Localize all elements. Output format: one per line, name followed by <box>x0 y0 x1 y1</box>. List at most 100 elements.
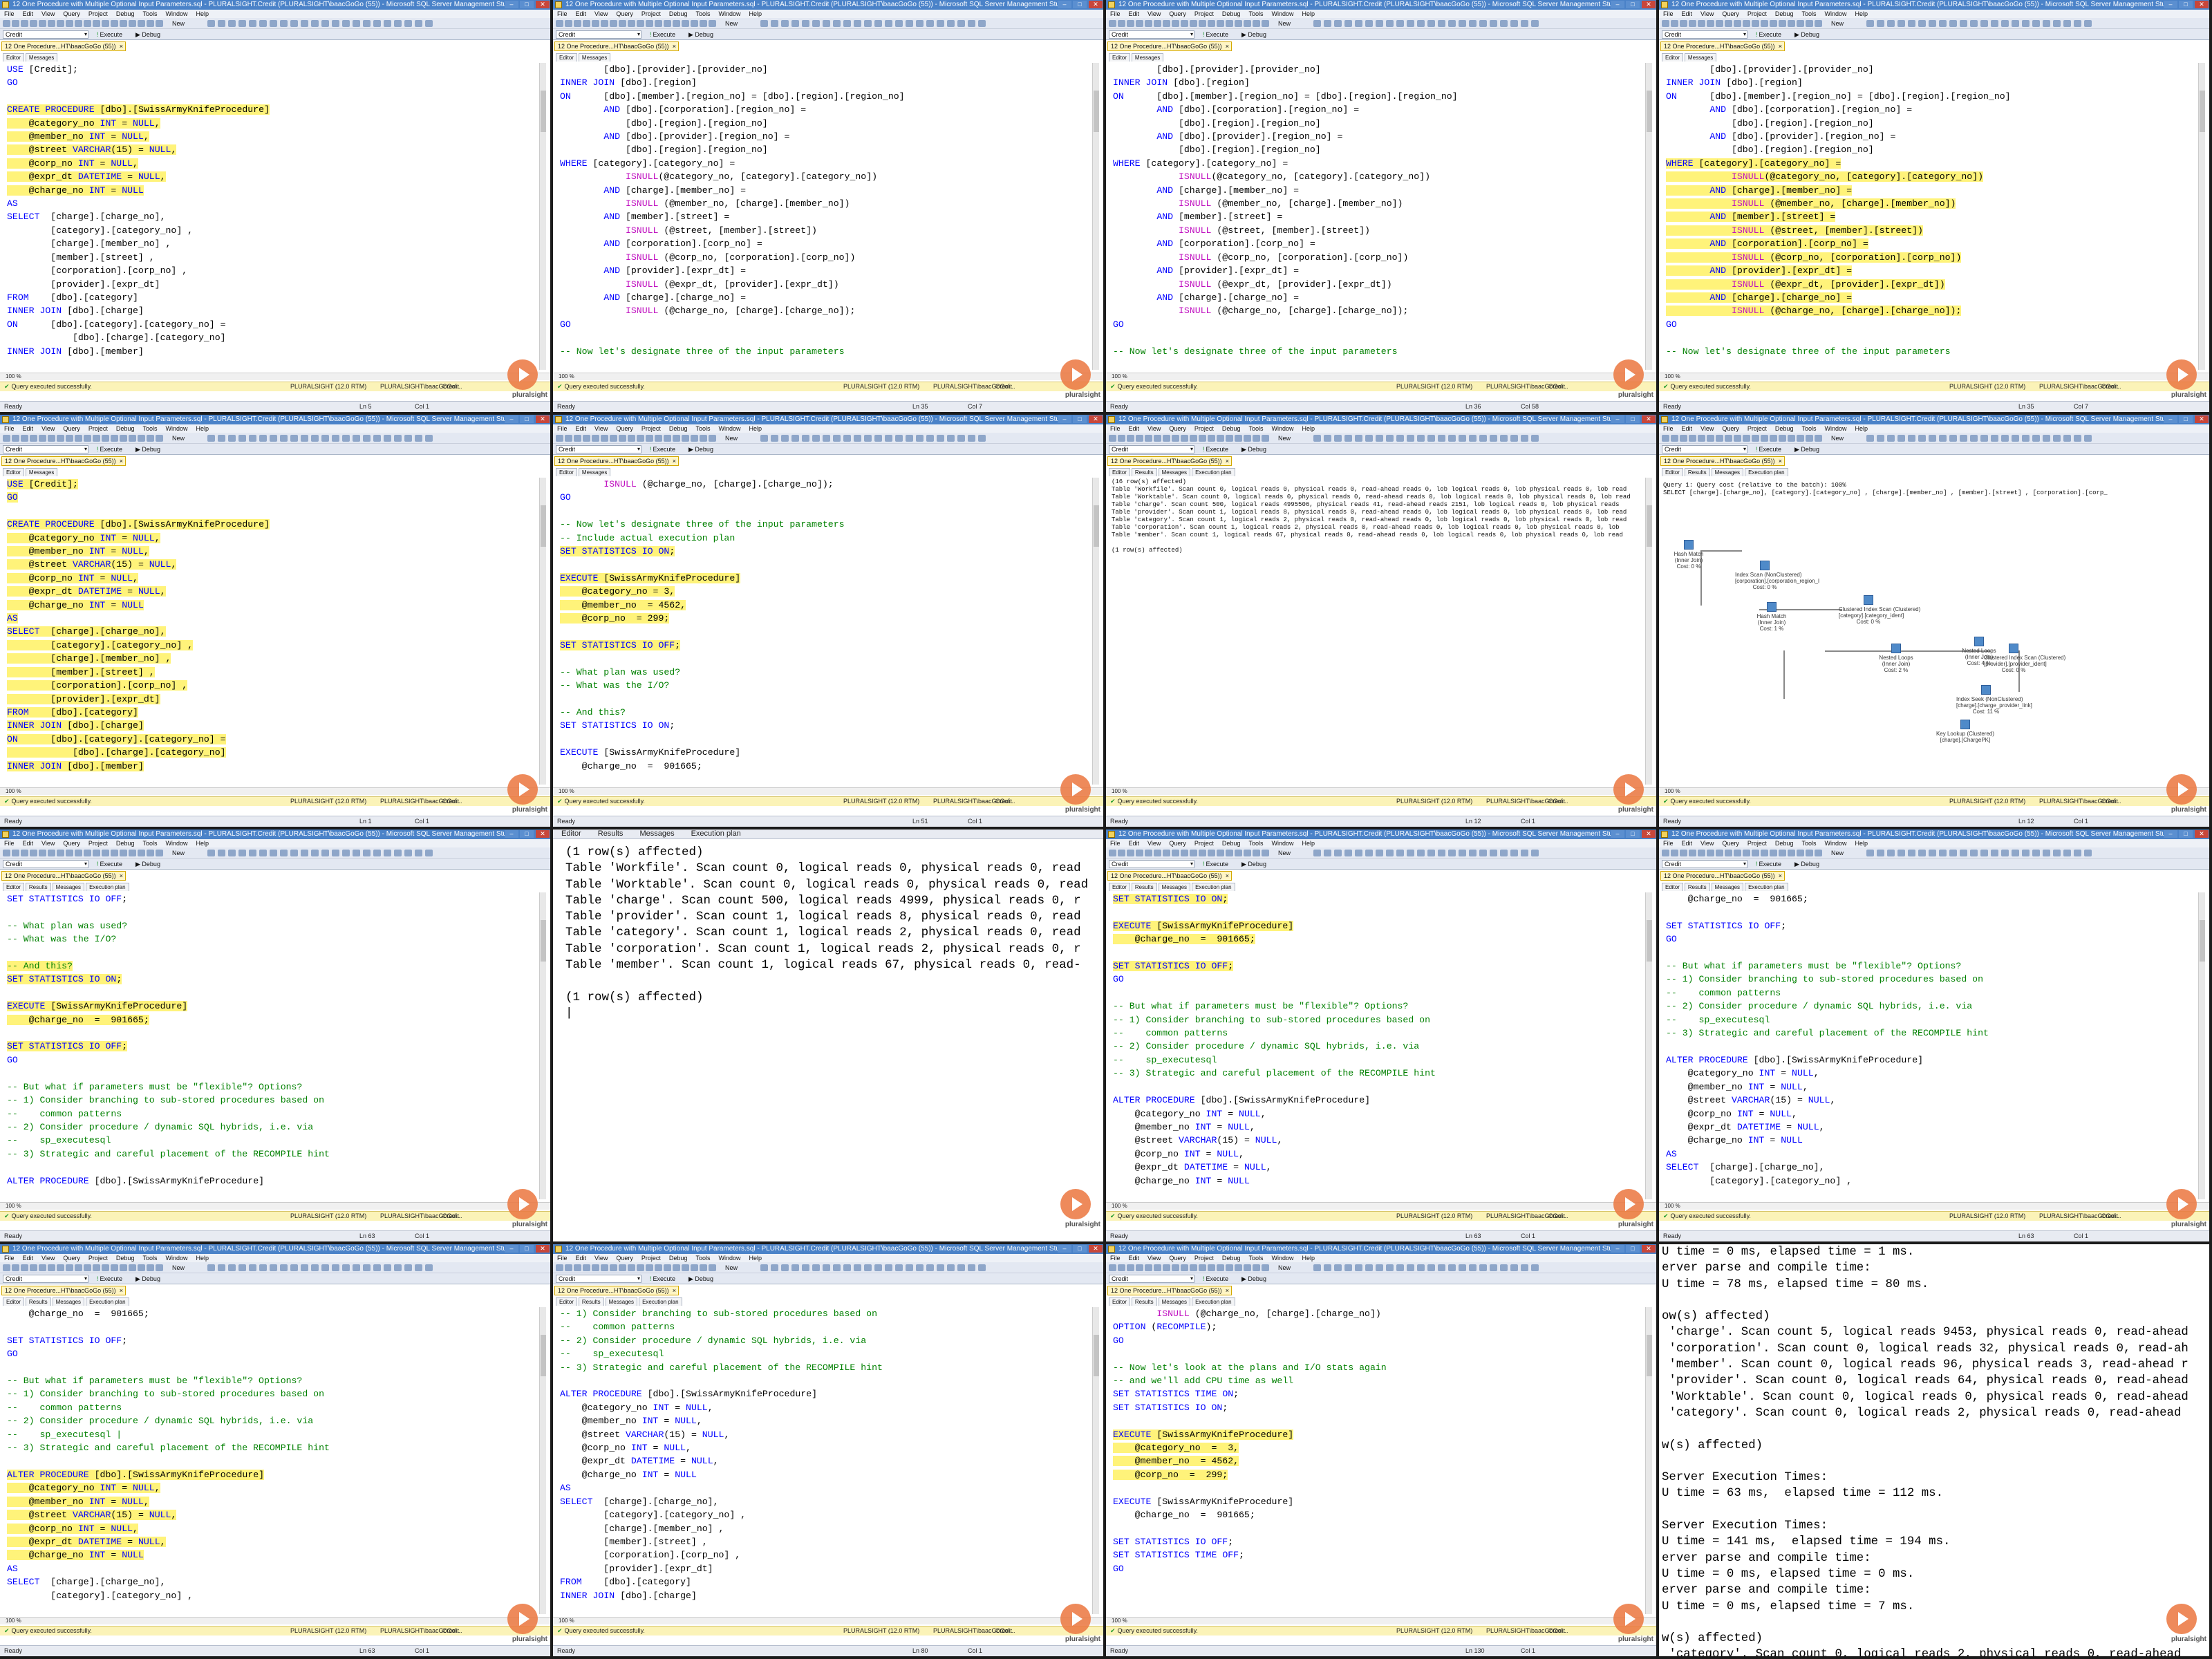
menu-item-help[interactable]: Help <box>1855 10 1868 17</box>
toolbar-icon[interactable] <box>425 1264 433 1271</box>
toolbar-icon[interactable] <box>1163 20 1170 27</box>
toolbar-icon[interactable] <box>249 20 256 27</box>
scrollbar-thumb[interactable] <box>541 505 546 547</box>
toolbar-icon[interactable] <box>833 20 841 27</box>
toolbar-icon[interactable] <box>700 435 707 442</box>
toolbar-icon[interactable] <box>342 1264 350 1271</box>
toolbar-icon[interactable] <box>1991 20 1998 27</box>
toolbar-icon[interactable] <box>1779 20 1786 27</box>
database-dropdown[interactable]: Credit ▾ <box>1662 445 1747 453</box>
toolbar-icon[interactable] <box>771 435 778 442</box>
toolbar-icon[interactable] <box>601 435 608 442</box>
tab-editor[interactable]: Editor <box>556 1297 577 1306</box>
toolbar-icon[interactable] <box>709 20 716 27</box>
zoom-level[interactable]: 100 % <box>0 1202 550 1210</box>
toolbar-icon[interactable] <box>1734 435 1741 442</box>
toolbar-icon[interactable] <box>1154 20 1161 27</box>
vertical-scrollbar[interactable] <box>1645 892 1652 1199</box>
document-tab[interactable]: 12 One Procedure...HT\baacGoGo (55)) × <box>1660 871 1785 881</box>
tab-messages[interactable]: Messages <box>578 468 611 476</box>
toolbar-icon[interactable] <box>1469 850 1477 856</box>
toolbar-icon[interactable] <box>66 20 73 27</box>
toolbar-icon[interactable] <box>916 435 924 442</box>
toolbar-icon[interactable] <box>1365 435 1373 442</box>
tab-messages[interactable]: Messages <box>605 1297 638 1306</box>
scrollbar-thumb[interactable] <box>541 920 546 962</box>
toolbar-icon[interactable] <box>556 435 563 442</box>
toolbar-icon[interactable] <box>1226 850 1233 856</box>
toolbar-icon[interactable] <box>1145 435 1152 442</box>
toolbar-icon[interactable] <box>885 435 892 442</box>
toolbar-icon[interactable] <box>75 850 82 856</box>
toolbar-icon[interactable] <box>864 435 872 442</box>
maximize-button[interactable]: □ <box>1626 830 1640 838</box>
toolbar-icon[interactable] <box>895 435 903 442</box>
toolbar-icon[interactable] <box>1949 20 1957 27</box>
toolbar-icon[interactable] <box>2032 435 2040 442</box>
toolbar-icon[interactable] <box>1334 20 1342 27</box>
toolbar-icon[interactable] <box>93 435 100 442</box>
toolbar-icon[interactable] <box>1662 435 1669 442</box>
toolbar-icon[interactable] <box>3 1264 10 1271</box>
close-button[interactable]: ✕ <box>536 415 550 423</box>
toolbar-icon[interactable] <box>978 20 986 27</box>
maximize-button[interactable]: □ <box>1073 415 1087 423</box>
toolbar-icon[interactable] <box>21 1264 28 1271</box>
tab-results[interactable]: Results <box>25 1297 51 1306</box>
menu-item-help[interactable]: Help <box>1855 840 1868 847</box>
toolbar-icon[interactable] <box>957 20 965 27</box>
toolbar-icon[interactable] <box>84 20 91 27</box>
toolbar-icon[interactable] <box>1190 850 1197 856</box>
vertical-scrollbar[interactable] <box>539 892 546 1199</box>
toolbar-icon[interactable] <box>404 850 412 856</box>
vertical-scrollbar[interactable] <box>1092 478 1099 785</box>
toolbar-icon[interactable] <box>48 20 55 27</box>
toolbar-icon[interactable] <box>1376 1264 1383 1271</box>
document-tab[interactable]: 12 One Procedure...HT\baacGoGo (55)) × <box>1107 1286 1232 1295</box>
menu-item-tools[interactable]: Tools <box>1248 1255 1263 1262</box>
menu-item-debug[interactable]: Debug <box>116 425 135 432</box>
toolbar-icon[interactable] <box>2022 20 2030 27</box>
toolbar-icon[interactable] <box>1438 1264 1445 1271</box>
play-video-button[interactable] <box>1060 359 1091 390</box>
toolbar-icon[interactable] <box>781 20 789 27</box>
toolbar-icon[interactable] <box>1145 850 1152 856</box>
toolbar-icon[interactable] <box>394 435 402 442</box>
database-dropdown[interactable]: Credit ▾ <box>3 445 88 453</box>
toolbar-icon[interactable] <box>556 20 563 27</box>
menu-item-edit[interactable]: Edit <box>576 10 587 17</box>
toolbar-icon[interactable] <box>771 1264 778 1271</box>
toolbar-icon[interactable] <box>1163 435 1170 442</box>
toolbar-icon[interactable] <box>1376 850 1383 856</box>
toolbar-icon[interactable] <box>384 435 391 442</box>
toolbar-icon[interactable] <box>120 1264 127 1271</box>
minimize-button[interactable]: – <box>505 1 518 8</box>
plan-node[interactable]: Hash Match (Inner Join) Cost: 1 % <box>1742 602 1801 632</box>
toolbar-icon[interactable] <box>384 1264 391 1271</box>
menu-item-file[interactable]: File <box>4 840 15 847</box>
toolbar-icon[interactable] <box>1344 1264 1352 1271</box>
toolbar-icon[interactable] <box>601 20 608 27</box>
menu-item-debug[interactable]: Debug <box>116 840 135 847</box>
toolbar-icon[interactable] <box>238 435 246 442</box>
toolbar-icon[interactable] <box>353 435 360 442</box>
toolbar-icon[interactable] <box>1510 435 1518 442</box>
toolbar-icon[interactable] <box>1386 850 1394 856</box>
document-tab[interactable]: 12 One Procedure...HT\baacGoGo (55)) × <box>554 1286 679 1295</box>
sql-code-editor[interactable]: @charge_no = 901665; SET STATISTICS IO O… <box>1666 892 2195 1199</box>
toolbar-icon[interactable] <box>1662 850 1669 856</box>
menu-item-query[interactable]: Query <box>1722 425 1739 432</box>
toolbar-icon[interactable] <box>1689 850 1696 856</box>
toolbar-icon[interactable] <box>1806 435 1813 442</box>
toolbar-icon[interactable] <box>207 1264 215 1271</box>
menu-item-file[interactable]: File <box>1110 425 1121 432</box>
toolbar-icon[interactable] <box>1313 20 1321 27</box>
menu-item-help[interactable]: Help <box>196 840 209 847</box>
toolbar-icon[interactable] <box>1127 850 1134 856</box>
toolbar-icon[interactable] <box>394 850 402 856</box>
toolbar-icon[interactable] <box>342 850 350 856</box>
toolbar-icon[interactable] <box>321 20 329 27</box>
toolbar-icon[interactable] <box>290 20 298 27</box>
close-tab-icon[interactable]: × <box>1779 872 1782 880</box>
toolbar-icon[interactable] <box>57 20 64 27</box>
